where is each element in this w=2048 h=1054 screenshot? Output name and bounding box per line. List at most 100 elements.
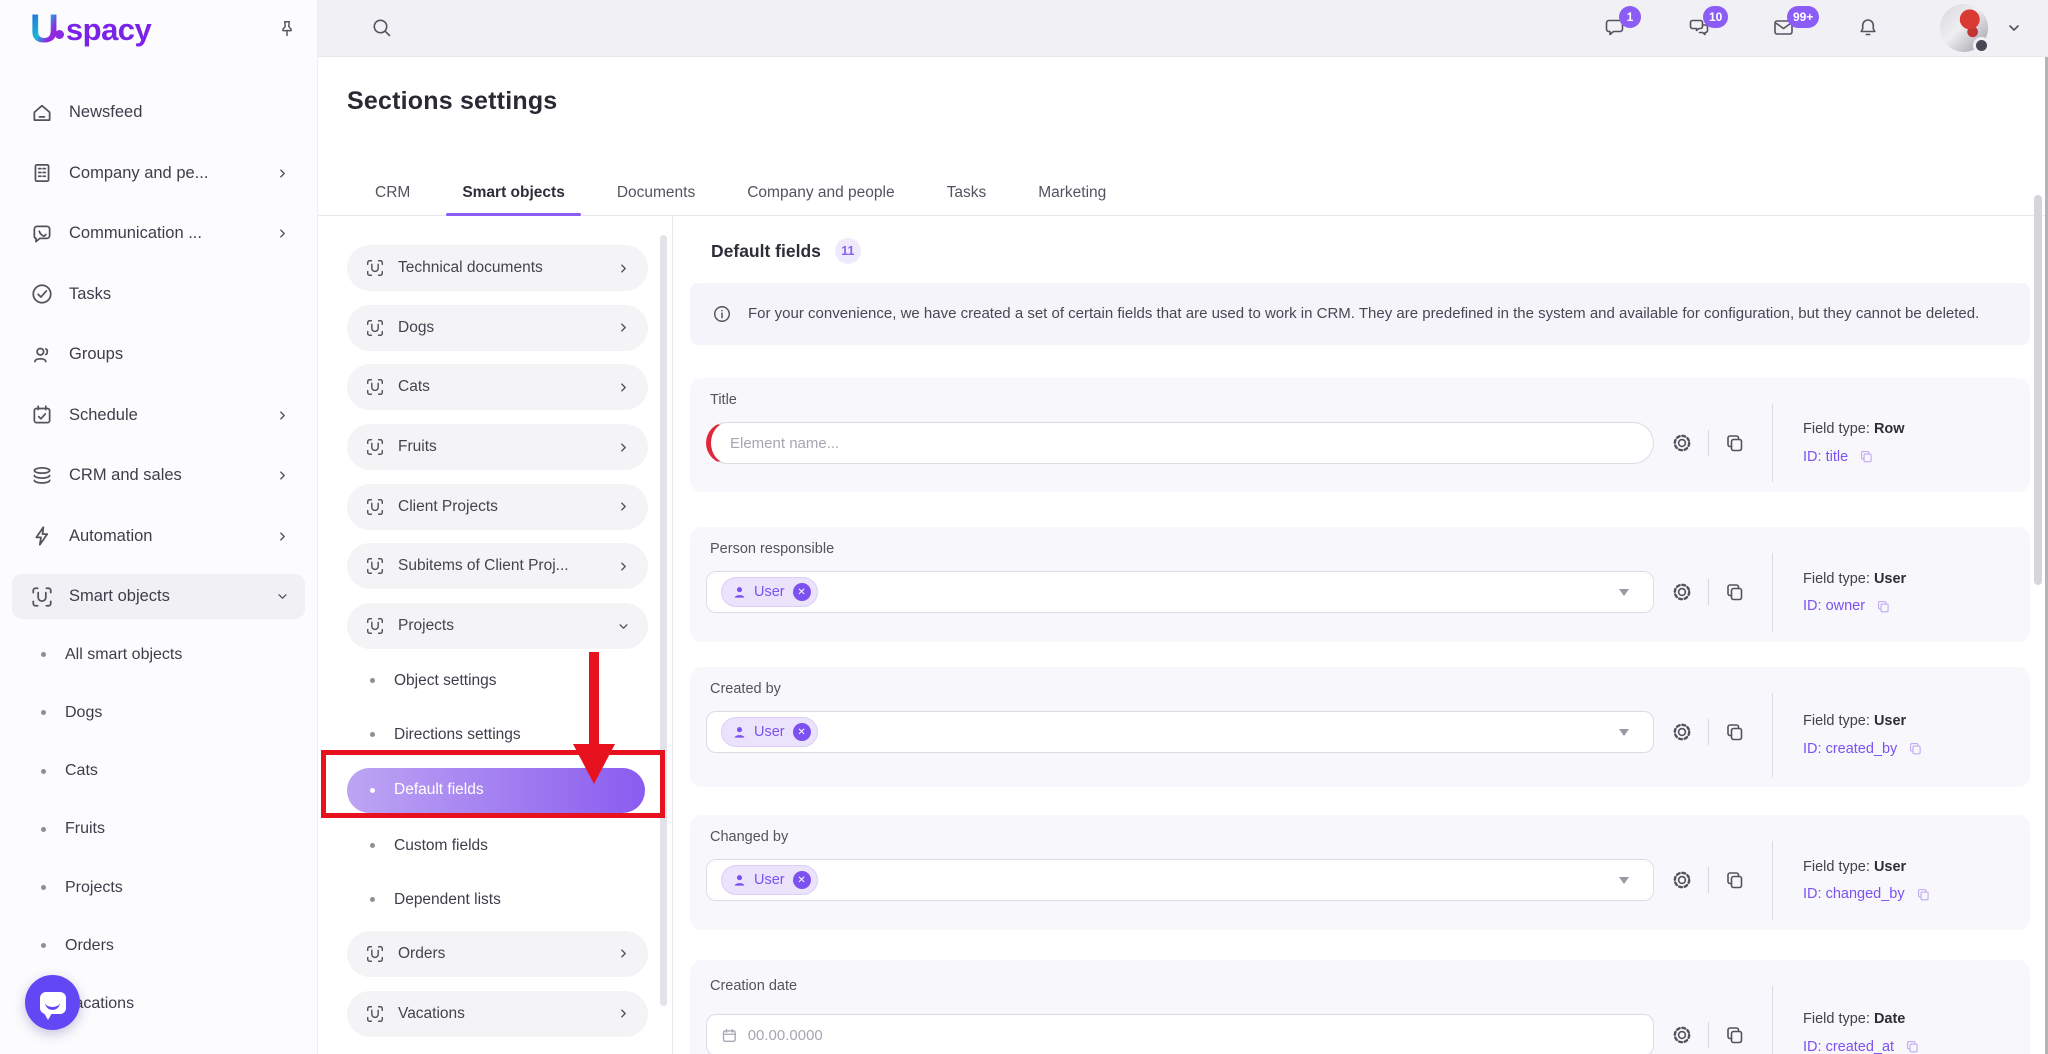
sidebar-item-company-and-people[interactable]: Company and pe... — [12, 151, 305, 196]
section-card-projects[interactable]: Projects — [347, 603, 648, 649]
section-card-label: Subitems of Client Proj... — [398, 557, 569, 575]
section-subitem-directions-settings[interactable]: Directions settings — [347, 717, 672, 753]
section-subitem-dependent-lists[interactable]: Dependent lists — [347, 882, 672, 918]
copy-id-icon[interactable] — [1904, 1038, 1921, 1054]
field-copy-button[interactable] — [1723, 868, 1747, 892]
field-copy-button[interactable] — [1723, 720, 1747, 744]
chip-remove-button[interactable]: ✕ — [793, 583, 811, 601]
smart-object-icon — [365, 944, 385, 964]
field-settings-button[interactable] — [1670, 580, 1694, 604]
field-settings-button[interactable] — [1670, 1023, 1694, 1047]
tab-documents[interactable]: Documents — [617, 171, 695, 215]
section-card-label: Vacations — [398, 1005, 465, 1023]
dropdown-caret-icon[interactable] — [1619, 589, 1629, 596]
copy-id-icon[interactable] — [1858, 448, 1875, 465]
copy-id-icon[interactable] — [1875, 598, 1892, 615]
info-icon — [712, 304, 732, 324]
section-card-label: Projects — [398, 617, 454, 635]
chip-remove-button[interactable]: ✕ — [793, 871, 811, 889]
field-copy-button[interactable] — [1723, 580, 1747, 604]
sidebar-item-communication[interactable]: Communication ... — [12, 211, 305, 256]
sidebar-item-newsfeed[interactable]: Newsfeed — [12, 90, 305, 135]
section-card-orders[interactable]: Orders — [347, 931, 648, 977]
building-icon — [30, 161, 54, 185]
smart-object-icon — [365, 318, 385, 338]
field-settings-button[interactable] — [1670, 431, 1694, 455]
sidebar-subitem-dogs[interactable]: Dogs — [0, 693, 317, 733]
tab-crm[interactable]: CRM — [375, 171, 410, 215]
profile-menu-button[interactable] — [2004, 18, 2024, 38]
tab-marketing[interactable]: Marketing — [1038, 171, 1106, 215]
sidebar-item-label: Schedule — [69, 406, 138, 425]
section-card-dogs[interactable]: Dogs — [347, 305, 648, 351]
search-button[interactable] — [370, 16, 394, 40]
creation-date-input[interactable] — [738, 1015, 1653, 1054]
changed-by-select[interactable]: User ✕ — [706, 859, 1654, 901]
gear-icon — [1670, 1023, 1694, 1047]
tab-tasks[interactable]: Tasks — [947, 171, 987, 215]
sidebar-subitem-cats[interactable]: Cats — [0, 751, 317, 791]
chat-bubble-icon — [40, 992, 66, 1014]
sidebar-subitem-projects[interactable]: Projects — [0, 868, 317, 908]
created-by-select[interactable]: User ✕ — [706, 711, 1654, 753]
sidebar-item-groups[interactable]: Groups — [12, 332, 305, 377]
section-subitem-custom-fields[interactable]: Custom fields — [347, 828, 672, 864]
section-card-fruits[interactable]: Fruits — [347, 424, 648, 470]
main-heading-row: Default fields 11 — [711, 238, 861, 264]
sidebar-item-smart-objects[interactable]: Smart objects — [12, 574, 305, 619]
lightning-icon — [30, 524, 54, 548]
tab-company-and-people[interactable]: Company and people — [747, 171, 894, 215]
chevron-right-icon — [615, 498, 632, 515]
mail-button[interactable]: 99+ — [1772, 16, 1796, 40]
sidebar-subitem-all-smart-objects[interactable]: All smart objects — [0, 635, 317, 675]
field-copy-button[interactable] — [1723, 431, 1747, 455]
user-avatar[interactable] — [1940, 4, 1988, 52]
field-control-row — [706, 1014, 1747, 1054]
left-sidebar: U spacy Newsfeed Company and pe... — [0, 0, 318, 1054]
pin-sidebar-button[interactable] — [277, 19, 297, 39]
field-settings-button[interactable] — [1670, 720, 1694, 744]
chat-button[interactable]: 1 — [1604, 16, 1628, 40]
divider — [1708, 719, 1709, 745]
title-input[interactable] — [711, 423, 1653, 463]
window-scrollbar-thumb[interactable] — [2034, 195, 2042, 585]
section-card-subitems-of-client-projects[interactable]: Subitems of Client Proj... — [347, 543, 648, 589]
section-subitem-default-fields-active[interactable]: Default fields — [347, 768, 645, 813]
field-id: ID: owner — [1803, 598, 1906, 615]
chevron-right-icon — [274, 165, 291, 182]
sidebar-item-crm-and-sales[interactable]: CRM and sales — [12, 453, 305, 498]
section-card-label: Dogs — [398, 319, 434, 337]
calendar-icon — [721, 1027, 738, 1044]
dropdown-caret-icon[interactable] — [1619, 729, 1629, 736]
chip-remove-button[interactable]: ✕ — [793, 723, 811, 741]
copy-id-icon[interactable] — [1915, 886, 1932, 903]
topbar: 1 10 99+ — [318, 0, 2048, 57]
sidebar-item-schedule[interactable]: Schedule — [12, 393, 305, 438]
notifications-button[interactable] — [1856, 16, 1880, 40]
sidebar-item-automation[interactable]: Automation — [12, 514, 305, 559]
field-copy-button[interactable] — [1723, 1023, 1747, 1047]
sidebar-item-label: CRM and sales — [69, 466, 182, 485]
sidebar-subitem-fruits[interactable]: Fruits — [0, 809, 317, 849]
copy-id-icon[interactable] — [1907, 740, 1924, 757]
section-card-client-projects[interactable]: Client Projects — [347, 484, 648, 530]
person-responsible-select[interactable]: User ✕ — [706, 571, 1654, 613]
field-settings-button[interactable] — [1670, 868, 1694, 892]
sidebar-subitem-orders[interactable]: Orders — [0, 926, 317, 966]
section-card-cats[interactable]: Cats — [347, 364, 648, 410]
section-card-vacations[interactable]: Vacations — [347, 991, 648, 1037]
section-subitem-object-settings[interactable]: Object settings — [347, 663, 672, 699]
dropdown-caret-icon[interactable] — [1619, 877, 1629, 884]
person-icon — [732, 725, 747, 740]
field-type: Field type: User — [1803, 713, 1924, 729]
sections-scrollbar[interactable] — [660, 235, 667, 1006]
chat-phone-icon — [30, 222, 54, 246]
tab-smart-objects[interactable]: Smart objects — [462, 171, 565, 215]
logo[interactable]: U spacy — [0, 0, 317, 58]
calendar-icon — [30, 403, 54, 427]
intercom-chat-button[interactable] — [25, 975, 80, 1030]
sidebar-item-tasks[interactable]: Tasks — [12, 272, 305, 317]
section-card-technical-documents[interactable]: Technical documents — [347, 245, 648, 291]
gear-icon — [1670, 431, 1694, 455]
group-chat-button[interactable]: 10 — [1688, 16, 1712, 40]
